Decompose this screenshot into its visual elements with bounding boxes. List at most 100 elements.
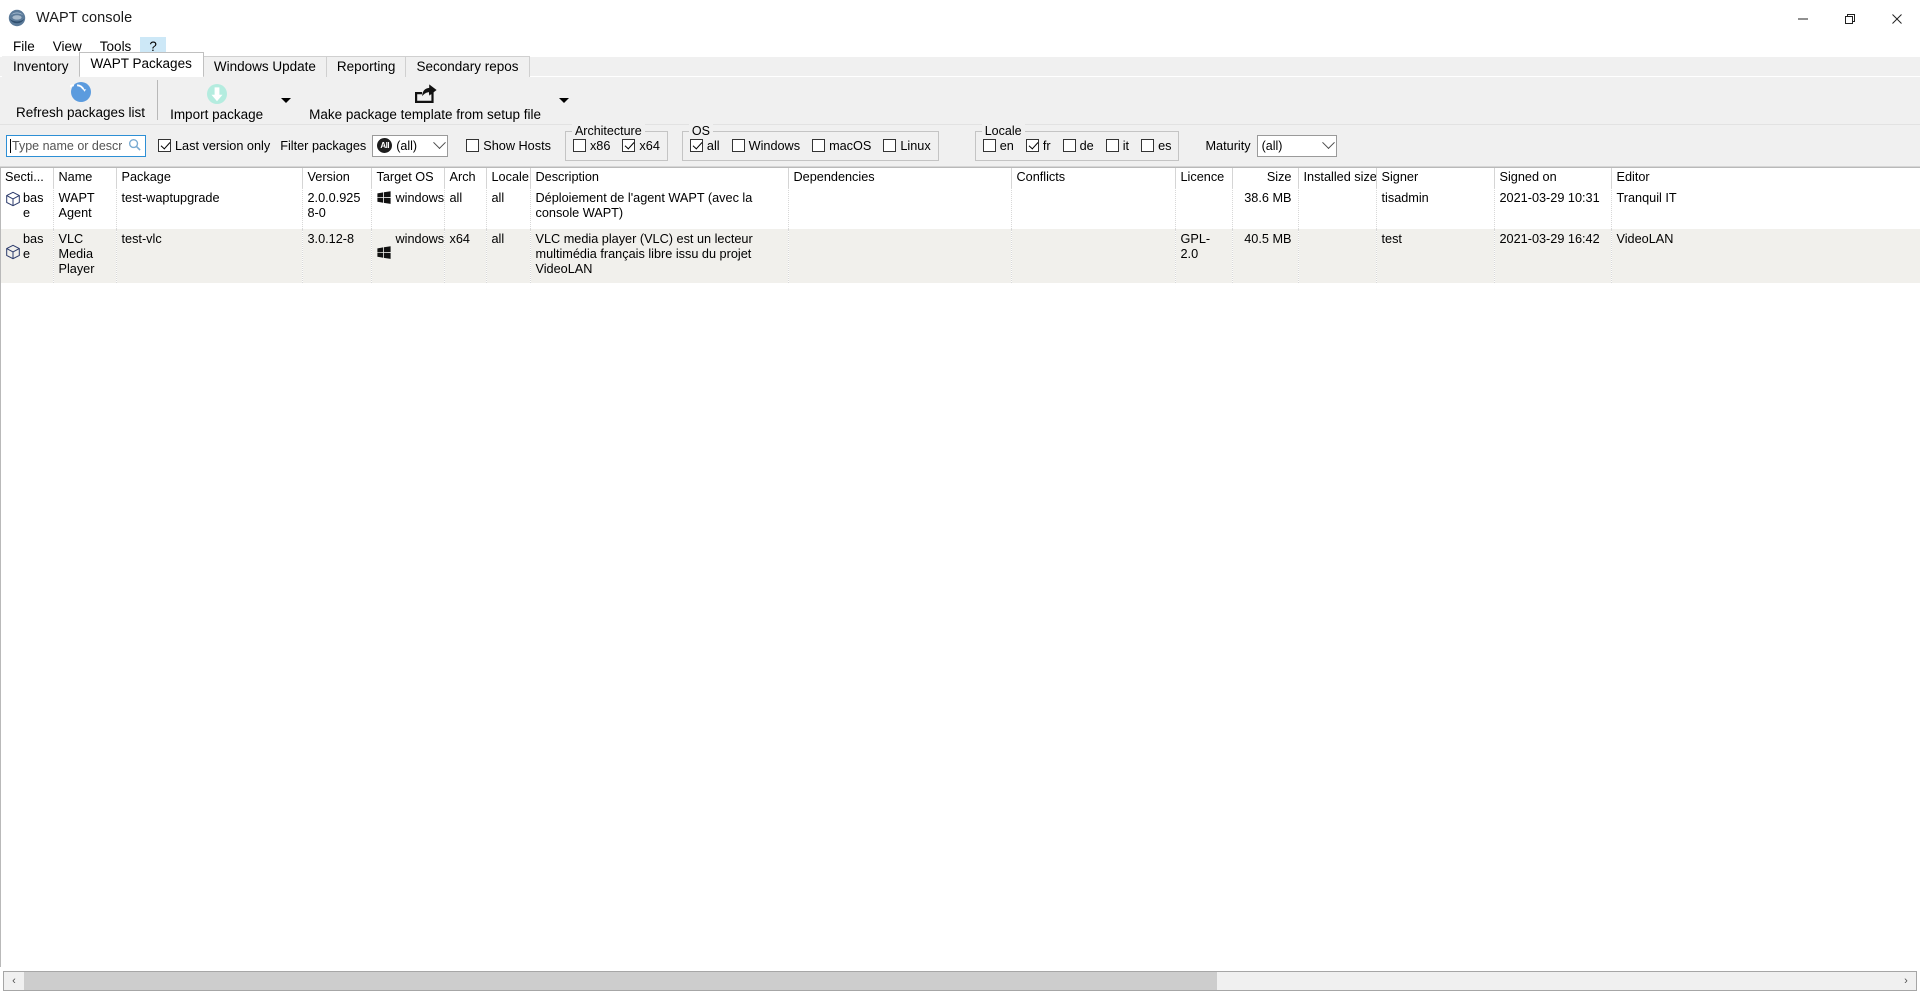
checkbox-box <box>731 139 745 152</box>
cell-section-text: base <box>23 232 44 261</box>
horizontal-scrollbar[interactable]: ‹ › <box>0 967 1920 994</box>
refresh-packages-list-button[interactable]: Refresh packages list <box>6 77 155 124</box>
make-package-template-group: Make package template from setup file <box>299 77 577 124</box>
os-windows-checkbox[interactable]: Windows <box>731 139 800 153</box>
close-icon[interactable] <box>1873 0 1920 37</box>
table-row[interactable]: base VLC Media Player test-vlc 3.0.12-8 … <box>0 229 1920 283</box>
toolbar: Refresh packages list Import package Mak… <box>0 77 1920 125</box>
locale-es-checkbox[interactable]: es <box>1141 139 1171 153</box>
tab-reporting[interactable]: Reporting <box>325 56 407 77</box>
window-controls <box>1779 0 1920 37</box>
os-macos-checkbox[interactable]: macOS <box>812 139 871 153</box>
refresh-packages-list-label: Refresh packages list <box>16 105 146 120</box>
arch-x64-checkbox[interactable]: x64 <box>622 139 660 153</box>
filter-packages-value: (all) <box>396 138 418 153</box>
scrollbar-track[interactable]: ‹ › <box>3 971 1917 991</box>
cell-arch: all <box>444 188 487 229</box>
cell-locale: all <box>486 229 531 283</box>
column-header-dependencies[interactable]: Dependencies <box>788 168 1012 188</box>
minimize-icon[interactable] <box>1779 0 1826 37</box>
cell-signed-on: 2021-03-29 16:42 <box>1494 229 1612 283</box>
column-header-conflicts[interactable]: Conflicts <box>1011 168 1176 188</box>
column-header-installed-size[interactable]: Installed size <box>1298 168 1377 188</box>
column-header-size[interactable]: Size <box>1232 168 1299 188</box>
cell-installed-size <box>1298 229 1377 283</box>
scroll-right-arrow-icon[interactable]: › <box>1896 972 1916 990</box>
locale-en-checkbox[interactable]: en <box>982 139 1014 153</box>
text-caret <box>10 138 11 153</box>
scrollbar-thumb[interactable] <box>24 972 1217 990</box>
os-macos-label: macOS <box>829 138 872 153</box>
column-header-editor[interactable]: Editor <box>1611 168 1920 188</box>
make-package-template-chevron-down-icon[interactable] <box>559 98 569 103</box>
locale-group-title: Locale <box>981 123 1025 138</box>
make-package-template-button[interactable]: Make package template from setup file <box>299 79 551 123</box>
locale-filter-group: Locale en fr de it es <box>974 123 1180 161</box>
menu-item-file[interactable]: File <box>4 37 44 57</box>
filter-packages-select[interactable]: All (all) <box>372 134 449 157</box>
import-package-button[interactable]: Import package <box>160 79 273 123</box>
cell-section: base <box>0 229 54 283</box>
os-linux-label: Linux <box>900 138 931 153</box>
cell-target-os: windows <box>371 188 445 229</box>
column-header-version[interactable]: Version <box>302 168 372 188</box>
column-header-locale[interactable]: Locale <box>486 168 531 188</box>
windows-logo-icon <box>376 191 391 204</box>
search-icon[interactable] <box>128 138 141 154</box>
locale-it-checkbox[interactable]: it <box>1105 139 1129 153</box>
search-input-field[interactable] <box>12 138 122 153</box>
packages-table: Secti... Name Package Version Target OS … <box>0 168 1920 283</box>
wapt-logo-icon <box>8 9 26 27</box>
scroll-left-arrow-icon[interactable]: ‹ <box>4 972 24 990</box>
cell-target-os: windows <box>371 229 445 283</box>
maximize-icon[interactable] <box>1826 0 1873 37</box>
locale-fr-checkbox[interactable]: fr <box>1025 139 1051 153</box>
architecture-group-title: Architecture <box>571 123 645 138</box>
column-header-arch[interactable]: Arch <box>444 168 487 188</box>
cell-description: VLC media player (VLC) est un lecteur mu… <box>530 229 789 283</box>
last-version-only-checkbox[interactable]: Last version only <box>158 139 270 153</box>
tab-inventory[interactable]: Inventory <box>2 56 80 77</box>
column-header-package[interactable]: Package <box>116 168 303 188</box>
show-hosts-checkbox[interactable]: Show Hosts <box>466 139 551 153</box>
scrollbar-lane[interactable] <box>24 972 1896 990</box>
locale-de-checkbox[interactable]: de <box>1062 139 1094 153</box>
import-package-chevron-down-icon[interactable] <box>281 98 292 103</box>
os-all-label: all <box>706 138 720 153</box>
maturity-select[interactable]: (all) <box>1256 134 1337 157</box>
column-header-section[interactable]: Secti... <box>0 168 54 188</box>
os-linux-checkbox[interactable]: Linux <box>883 138 931 153</box>
tab-secondary-repos[interactable]: Secondary repos <box>405 56 530 77</box>
column-header-description[interactable]: Description <box>530 168 789 188</box>
cell-package: test-vlc <box>116 229 303 283</box>
arch-x86-label: x86 <box>589 138 611 153</box>
checkbox-box <box>622 139 636 152</box>
cell-signer: tisadmin <box>1376 188 1495 229</box>
table-row[interactable]: base WAPT Agent test-waptupgrade 2.0.0.9… <box>0 188 1920 229</box>
os-filter-group: OS all Windows macOS Linux <box>681 123 939 161</box>
maturity-value: (all) <box>1261 138 1283 153</box>
cell-signer: test <box>1376 229 1495 283</box>
column-header-licence[interactable]: Licence <box>1175 168 1233 188</box>
column-header-signer[interactable]: Signer <box>1376 168 1495 188</box>
checkbox-box <box>883 139 897 152</box>
packages-table-container[interactable]: Secti... Name Package Version Target OS … <box>0 167 1920 967</box>
toolbar-separator <box>157 80 159 120</box>
cell-arch: x64 <box>444 229 487 283</box>
architecture-filter-group: Architecture x86 x64 <box>564 123 668 161</box>
arch-x86-checkbox[interactable]: x86 <box>572 138 611 153</box>
tab-windows-update[interactable]: Windows Update <box>202 56 327 77</box>
checkbox-box <box>812 139 826 152</box>
column-header-target-os[interactable]: Target OS <box>371 168 445 188</box>
os-group-title: OS <box>688 123 713 138</box>
cell-conflicts <box>1011 229 1176 283</box>
checkbox-box <box>689 139 703 152</box>
search-input[interactable] <box>6 134 146 157</box>
cell-package: test-waptupgrade <box>116 188 303 229</box>
tab-wapt-packages[interactable]: WAPT Packages <box>78 52 204 76</box>
column-header-signed-on[interactable]: Signed on <box>1494 168 1612 188</box>
column-header-name[interactable]: Name <box>53 168 117 188</box>
checkbox-box <box>982 139 996 152</box>
os-all-checkbox[interactable]: all <box>689 138 720 153</box>
cell-size: 38.6 MB <box>1232 188 1299 229</box>
